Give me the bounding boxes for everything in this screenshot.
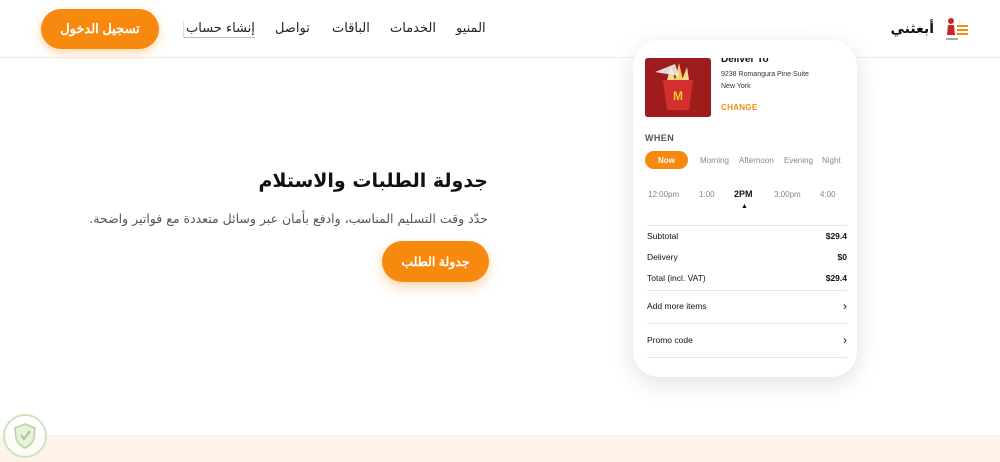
subtotal-row: Subtotal $29.4 (647, 231, 847, 241)
brand-name: أبعثني (890, 21, 934, 37)
hour-option[interactable]: 1:00 (699, 190, 715, 199)
delivery-row: Delivery $0 (647, 252, 847, 262)
chevron-right-icon: › (843, 333, 847, 347)
schedule-order-button[interactable]: جدولة الطلب (382, 241, 489, 282)
tab-afternoon[interactable]: Afternoon (739, 151, 774, 169)
hour-option[interactable]: 12:00pm (648, 190, 679, 199)
nav-menu[interactable]: المنيو (456, 21, 486, 36)
hero-description: حدّد وقت التسليم المناسب، وادفع بأمان عب… (89, 211, 488, 226)
tab-morning[interactable]: Morning (700, 151, 729, 169)
food-image: M (645, 58, 711, 117)
time-of-day-tabs: Now Morning Afternoon Evening Night (645, 151, 849, 169)
add-more-items-row[interactable]: Add more items › (647, 299, 847, 313)
nav-packages[interactable]: الباقات (332, 21, 370, 36)
total-value: $29.4 (825, 273, 847, 283)
next-section-strip (0, 435, 1000, 462)
address-line-2: New York (721, 83, 751, 90)
hour-option-selected[interactable]: 2PM (734, 189, 753, 199)
promo-code-label: Promo code (647, 335, 693, 345)
hour-picker: 12:00pm 1:00 2PM ▲ 3:00pm 4:00 (645, 189, 849, 216)
divider (647, 290, 847, 291)
login-button[interactable]: تسجيل الدخول (41, 9, 159, 49)
card-top-edge (633, 40, 857, 58)
divider (647, 323, 847, 324)
total-label: Total (incl. VAT) (647, 273, 706, 283)
hero-title: جدولة الطلبات والاستلام (258, 170, 488, 192)
nav-create-account[interactable]: إنشاء حساب (183, 21, 255, 38)
tab-now[interactable]: Now (645, 151, 688, 169)
delivery-label: Delivery (647, 252, 678, 262)
tab-evening[interactable]: Evening (784, 151, 813, 169)
tab-night[interactable]: Night (822, 151, 841, 169)
subtotal-label: Subtotal (647, 231, 679, 241)
nav-services[interactable]: الخدمات (390, 21, 436, 36)
selected-hour-indicator-icon: ▲ (741, 203, 748, 210)
total-row: Total (incl. VAT) $29.4 (647, 273, 847, 283)
page: تسجيل الدخول إنشاء حساب تواصل الباقات ال… (0, 0, 1000, 462)
subtotal-value: $29.4 (825, 231, 847, 241)
svg-text:M: M (673, 89, 683, 103)
address-line-1: 9238 Romangura Pine Suite (721, 71, 809, 78)
nav-contact[interactable]: تواصل (275, 21, 310, 36)
divider (647, 225, 847, 226)
divider (647, 357, 847, 358)
promo-code-row[interactable]: Promo code › (647, 333, 847, 347)
delivery-value: $0 (837, 252, 847, 262)
hour-option[interactable]: 4:00 (820, 190, 836, 199)
shield-badge-icon (3, 414, 47, 458)
delivery-person-icon (942, 17, 970, 41)
add-more-items-label: Add more items (647, 301, 707, 311)
order-card: M Deliver To 9238 Romangura Pine Suite N… (633, 40, 857, 377)
when-label: WHEN (645, 133, 675, 143)
change-address-link[interactable]: CHANGE (721, 103, 757, 112)
hour-option[interactable]: 3:00pm (774, 190, 801, 199)
brand-logo[interactable]: أبعثني (890, 17, 970, 41)
chevron-right-icon: › (843, 299, 847, 313)
